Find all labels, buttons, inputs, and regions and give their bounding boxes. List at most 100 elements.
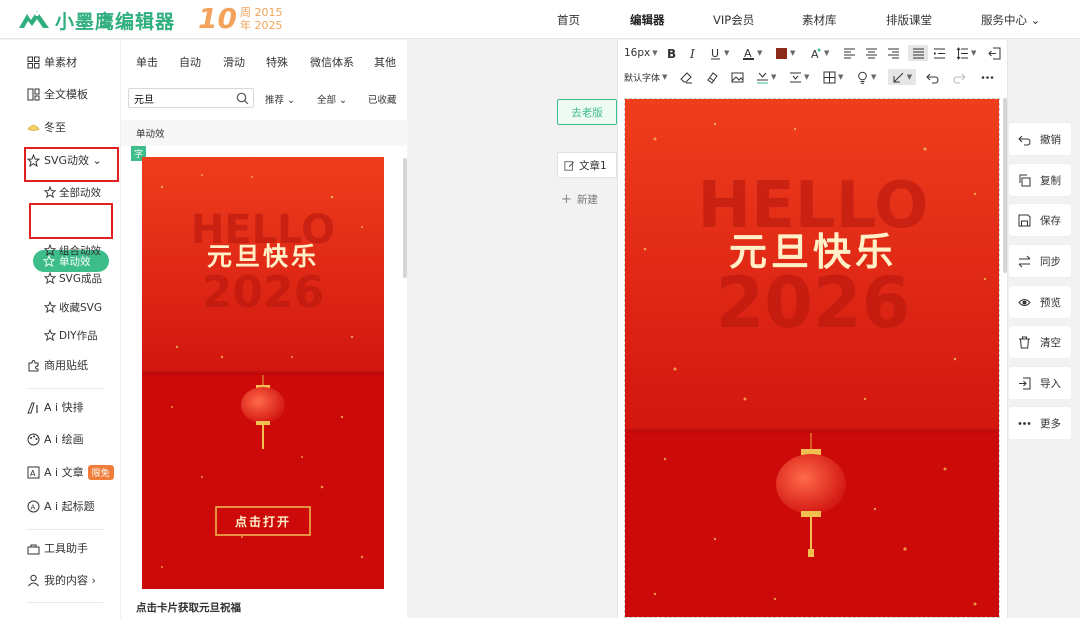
more-horizontal-icon [1018, 421, 1031, 425]
undo-toolbar-button[interactable] [926, 69, 939, 85]
insert-image-button[interactable] [731, 69, 744, 85]
more-format-button[interactable]: ▼ [888, 69, 916, 85]
sub-item-svg-products[interactable]: SVG成品 [44, 269, 102, 287]
sub-item-diy-works[interactable]: DIY作品 [44, 326, 98, 344]
tab-wechat-system[interactable]: 微信体系 [310, 54, 354, 70]
sidebar-item-commercial-stickers[interactable]: 商用贴纸 [27, 356, 88, 374]
filter-all[interactable]: 全部 ⌄ [317, 92, 347, 106]
tab-special[interactable]: 特殊 [266, 54, 288, 70]
align-left-button[interactable] [843, 45, 856, 61]
go-old-version-button[interactable]: 去老版 [557, 99, 617, 125]
highlight-box-svg-effects [24, 147, 119, 182]
sidebar-item-label: 单素材 [44, 56, 77, 69]
brand-name: 小墨鹰编辑器 [55, 10, 176, 33]
font-family-select[interactable]: 默认字体 ▼ [624, 69, 667, 85]
more-toolbar-button[interactable] [981, 69, 994, 85]
svg-text:B: B [667, 47, 676, 60]
sub-item-label: SVG成品 [59, 272, 102, 285]
tab-click[interactable]: 单击 [136, 54, 158, 70]
document-tab[interactable]: 文章1 [557, 152, 617, 178]
sidebar-item-ai-title[interactable]: A A i 起标题 [27, 497, 95, 515]
save-icon [1018, 214, 1031, 226]
text-effect-button[interactable]: A ▼ [809, 45, 829, 61]
align-center-icon [866, 48, 877, 58]
card-preview-image: HELLO 2026 元旦快乐 点击打开 [142, 157, 384, 589]
filter-recommend[interactable]: 推荐 ⌄ [265, 92, 295, 106]
nav-editor[interactable]: 编辑器 [630, 12, 665, 28]
sidebar-item-ai-quick-layout[interactable]: A i 快排 [27, 398, 84, 416]
card-caption: 点击卡片获取元旦祝福 [136, 602, 241, 614]
card-open-button: 点击打开 [235, 514, 291, 529]
canvas-content-image: HELLO 2026 元旦快乐 [625, 99, 999, 617]
bold-button[interactable]: B [665, 45, 678, 61]
tab-auto[interactable]: 自动 [179, 54, 201, 70]
spacing-button[interactable]: ▼ [789, 69, 809, 85]
indent-icon [934, 48, 945, 58]
sub-item-all-effects[interactable]: 全部动效 [44, 183, 101, 201]
sidebar-item-single-material[interactable]: 单素材 [27, 53, 77, 71]
save-button[interactable]: 保存 [1009, 204, 1071, 236]
nav-home[interactable]: 首页 [557, 12, 580, 28]
new-document-button[interactable]: + 新建 [557, 186, 617, 212]
editor-scrollbar[interactable] [1003, 98, 1007, 273]
format-painter-button[interactable] [706, 69, 719, 85]
nav-service-center[interactable]: 服务中心 ⌄ [981, 12, 1040, 28]
logo[interactable]: 小墨鹰编辑器 [17, 6, 175, 34]
font-size-select[interactable]: 16px ▼ [624, 45, 658, 61]
align-center-button[interactable] [865, 45, 878, 61]
idea-button[interactable]: ▼ [856, 69, 876, 85]
puzzle-icon [28, 359, 39, 371]
redo-toolbar-button[interactable] [953, 69, 966, 85]
more-button[interactable]: 更多 [1009, 407, 1071, 439]
sub-item-label: DIY作品 [59, 329, 98, 342]
tab-other[interactable]: 其他 [374, 54, 396, 70]
anniversary-badge: 10 周 2015 年 2025 [198, 4, 282, 34]
anniversary-line-1: 周 2015 [239, 6, 283, 19]
tab-slide[interactable]: 滑动 [223, 54, 245, 70]
search-icon[interactable] [236, 92, 249, 105]
anniversary-line-2: 年 2025 [239, 19, 283, 32]
clear-button[interactable]: 清空 [1009, 326, 1071, 358]
exit-button[interactable] [988, 45, 1001, 61]
line-height-button[interactable]: ▼ [956, 45, 976, 61]
clear-format-button[interactable] [680, 69, 693, 85]
table-button[interactable]: ▼ [823, 69, 843, 85]
indent-button[interactable] [933, 45, 946, 61]
filter-collected[interactable]: 已收藏 [368, 92, 397, 106]
undo-button[interactable]: 撤销 [1009, 123, 1071, 155]
align-left-icon [844, 48, 855, 58]
sub-item-favorite-svg[interactable]: 收藏SVG [44, 298, 102, 316]
preview-button[interactable]: 预览 [1009, 286, 1071, 318]
nav-material-library[interactable]: 素材库 [802, 12, 837, 28]
search-input[interactable] [129, 89, 229, 107]
sub-item-combo-effects[interactable]: 组合动效 [44, 241, 101, 259]
sidebar-item-winter-solstice[interactable]: 冬至 [27, 118, 66, 136]
import-button[interactable]: 导入 [1009, 367, 1071, 399]
svg-text:A: A [30, 469, 36, 478]
align-justify-button[interactable] [908, 45, 928, 61]
sync-button[interactable]: 同步 [1009, 245, 1071, 277]
panel-scrollbar[interactable] [403, 158, 407, 278]
more-horizontal-icon [981, 75, 994, 79]
sidebar-item-my-content[interactable]: 我的内容 › [27, 571, 96, 589]
sidebar-item-label: 工具助手 [44, 542, 88, 555]
star-icon [44, 244, 56, 256]
sidebar-item-ai-painting[interactable]: A i 绘画 [27, 430, 84, 448]
sidebar-item-label: A i 文章 [44, 466, 84, 479]
sub-item-label: 全部动效 [59, 186, 101, 199]
editor-canvas[interactable]: HELLO 2026 元旦快乐 [624, 98, 1000, 618]
divider-style-button[interactable]: ▼ [756, 69, 776, 85]
italic-button[interactable]: I [687, 45, 700, 61]
font-color-button[interactable]: A ▼ [742, 45, 762, 61]
sidebar-item-full-template[interactable]: 全文模板 [27, 85, 88, 103]
sidebar-item-tool-assistant[interactable]: 工具助手 [27, 539, 88, 557]
import-icon [1019, 377, 1031, 389]
sidebar-item-ai-article[interactable]: A A i 文章 限免 [27, 463, 114, 481]
underline-button[interactable]: U ▼ [709, 45, 729, 61]
background-color-button[interactable]: ▼ [775, 45, 795, 61]
copy-button[interactable]: 复制 [1009, 164, 1071, 196]
align-right-button[interactable] [887, 45, 900, 61]
material-card[interactable]: HELLO 2026 元旦快乐 点击打开 [142, 157, 384, 589]
nav-vip[interactable]: VIP会员 [713, 12, 754, 28]
nav-layout-class[interactable]: 排版课堂 [886, 12, 932, 28]
